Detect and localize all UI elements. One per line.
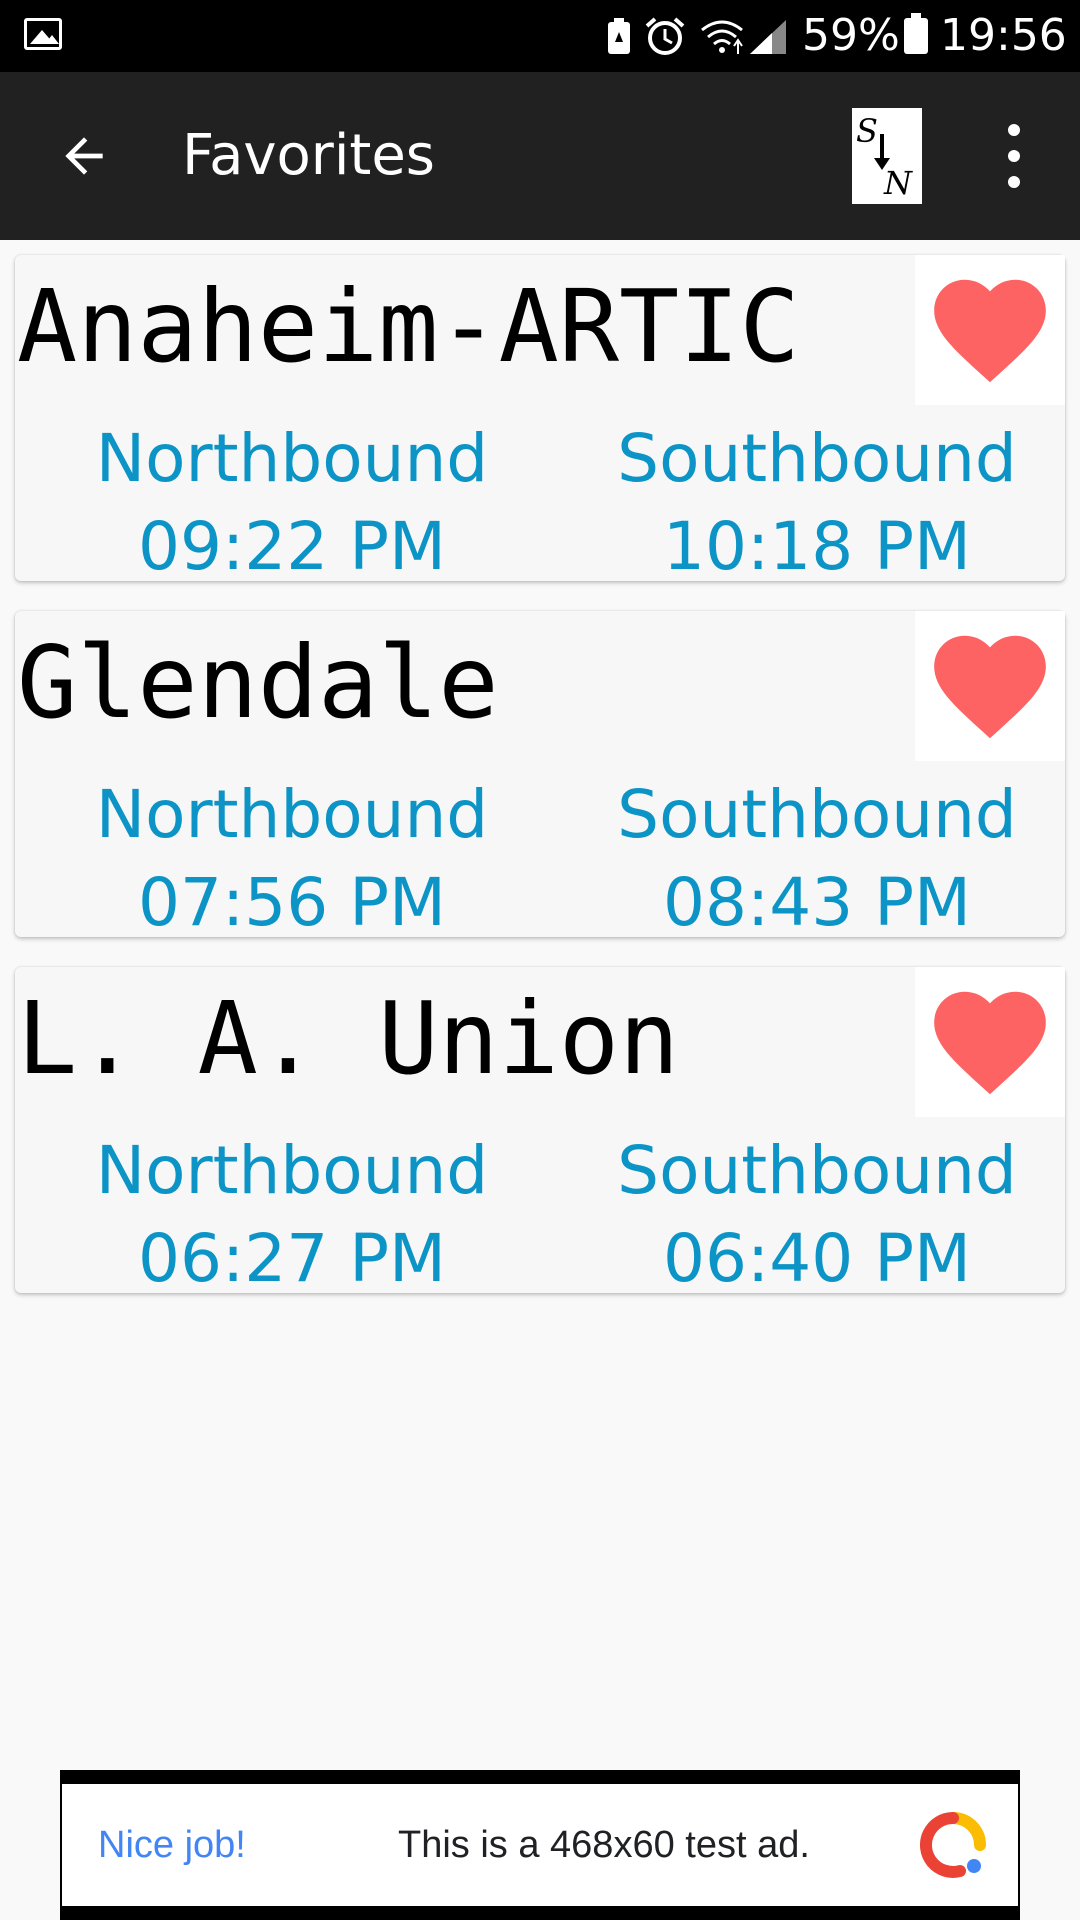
southbound-time: 08:43 PM — [663, 864, 971, 941]
south-north-logo-icon: S N — [856, 112, 913, 202]
more-vert-icon-dot — [1008, 176, 1020, 188]
heart-icon — [934, 635, 1046, 739]
northbound-label: Northbound — [95, 776, 489, 853]
app-bar: Favorites S N — [0, 72, 1080, 240]
southbound-label: Southbound — [617, 420, 1017, 497]
ad-headline: Nice job! — [98, 1824, 246, 1866]
northbound-label: Northbound — [95, 1132, 489, 1209]
station-card[interactable]: L. A. Union Northbound 06:27 PM Southbou… — [15, 967, 1065, 1297]
favorite-button[interactable] — [915, 611, 1065, 761]
station-name: Anaheim-ARTIC — [17, 268, 800, 385]
favorite-button[interactable] — [915, 967, 1065, 1117]
cell-signal-icon — [750, 20, 786, 54]
station-name: L. A. Union — [17, 980, 680, 1097]
northbound-time: 09:22 PM — [138, 508, 446, 585]
south-north-toggle-button[interactable]: S N — [852, 108, 922, 204]
svg-text:S: S — [856, 112, 878, 150]
station-name: Glendale — [17, 624, 499, 741]
ad-banner[interactable]: Nice job! This is a 468x60 test ad. — [60, 1770, 1020, 1920]
station-card[interactable]: Anaheim-ARTIC Northbound 09:22 PM Southb… — [15, 255, 1065, 585]
southbound-label: Southbound — [617, 776, 1017, 853]
status-bar: 59% 19:56 — [0, 0, 1080, 72]
northbound-label: Northbound — [95, 420, 489, 497]
southbound-time: 10:18 PM — [663, 508, 971, 585]
ad-text: This is a 468x60 test ad. — [398, 1824, 810, 1866]
svg-text:N: N — [883, 164, 913, 202]
heart-icon — [934, 991, 1046, 1095]
overflow-menu-button[interactable] — [986, 124, 1042, 188]
alarm-icon — [645, 17, 685, 55]
arrow-back-icon — [65, 137, 103, 175]
ad-content[interactable]: Nice job! This is a 468x60 test ad. — [62, 1784, 1018, 1906]
ad-logo-icon — [920, 1812, 986, 1878]
more-vert-icon — [1008, 124, 1020, 136]
back-button[interactable] — [44, 116, 124, 196]
status-time: 19:56 — [940, 10, 1067, 61]
more-vert-icon-dot — [1008, 150, 1020, 162]
heart-icon — [934, 279, 1046, 383]
gallery-icon — [24, 18, 62, 50]
battery-saver-icon — [608, 18, 630, 54]
northbound-time: 06:27 PM — [138, 1220, 446, 1297]
southbound-time: 06:40 PM — [663, 1220, 971, 1297]
wifi-icon — [701, 20, 743, 54]
favorite-button[interactable] — [915, 255, 1065, 405]
station-card[interactable]: Glendale Northbound 07:56 PM Southbound … — [15, 611, 1065, 941]
page-title: Favorites — [182, 123, 435, 188]
northbound-time: 07:56 PM — [138, 864, 446, 941]
southbound-label: Southbound — [617, 1132, 1017, 1209]
battery-percent: 59% — [802, 10, 900, 61]
battery-icon — [904, 13, 928, 54]
